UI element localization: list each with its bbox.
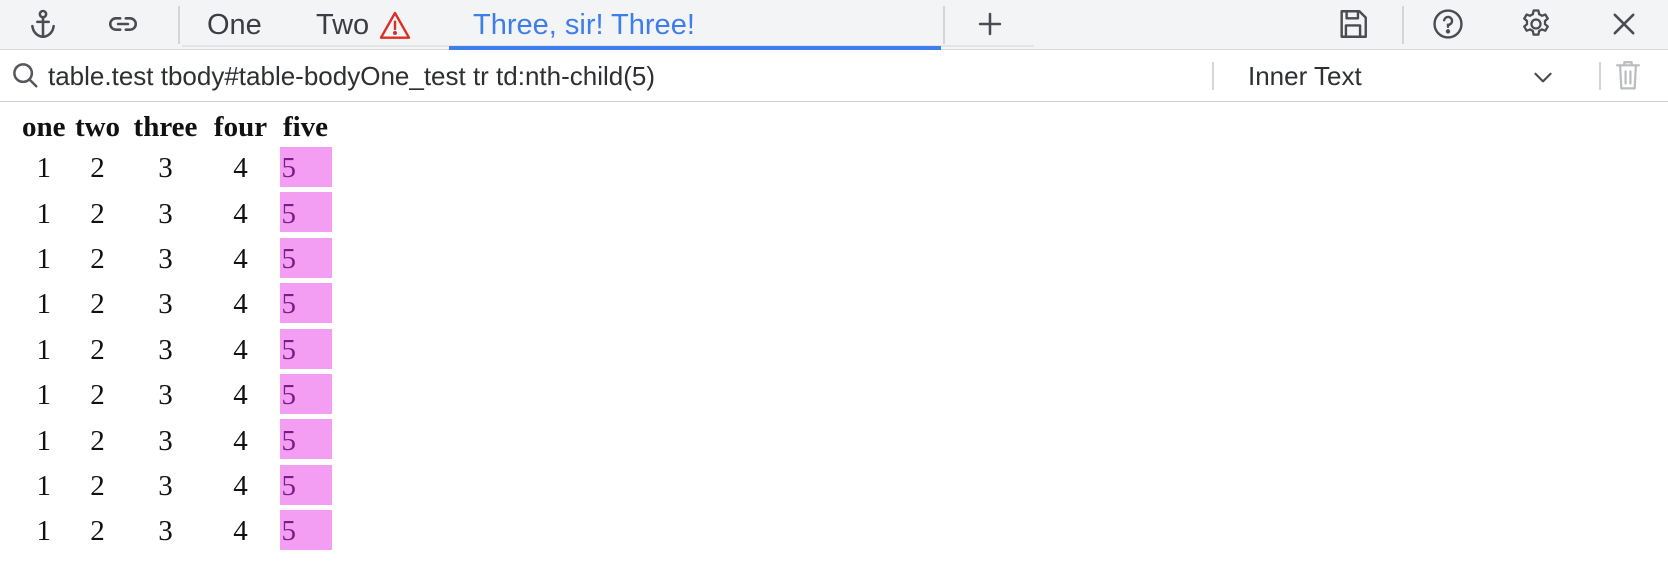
tab-three-label: Three, sir! Three! <box>473 8 695 41</box>
table-cell: 1 <box>36 152 52 185</box>
selector-divider <box>1599 62 1601 90</box>
column-header-four: four <box>213 110 268 143</box>
table-cell: 2 <box>90 515 105 548</box>
table-head: one two three four five <box>22 108 332 146</box>
help-icon <box>1433 9 1463 39</box>
table-cell: 4 <box>233 288 248 321</box>
extract-mode-select[interactable]: Inner Text <box>1230 56 1570 96</box>
highlighted-cell: 5 <box>279 463 332 510</box>
toolbar-divider <box>943 6 945 44</box>
highlighted-cell: 5 <box>279 509 332 555</box>
table-cell: 3 <box>158 469 173 502</box>
column-header-one: one <box>22 110 66 143</box>
table-cell: 3 <box>158 152 173 185</box>
table-cell: 2 <box>90 152 105 185</box>
add-tab-button[interactable] <box>955 0 1025 48</box>
table-cell: 4 <box>233 424 248 457</box>
table-cell: 4 <box>233 333 248 366</box>
table-cell: 1 <box>36 288 52 321</box>
table-cell: 4 <box>233 515 248 548</box>
highlighted-cell: 5 <box>279 191 332 237</box>
table-cell: 3 <box>158 333 173 366</box>
plus-icon <box>978 12 1002 36</box>
save-icon <box>1340 10 1367 38</box>
toolbar: One Two Three, sir! Three! <box>0 0 1668 50</box>
table-cell: 1 <box>36 197 52 230</box>
table-cell: 1 <box>36 379 52 412</box>
tab-one[interactable]: One <box>207 0 262 50</box>
table-cell: 2 <box>90 242 105 275</box>
help-button[interactable] <box>1413 0 1483 48</box>
selector-bar: Inner Text <box>0 50 1668 102</box>
extract-mode-value: Inner Text <box>1248 60 1362 91</box>
table-cell: 3 <box>158 288 173 321</box>
tab-three[interactable]: Three, sir! Three! <box>449 0 941 50</box>
anchor-button[interactable] <box>8 0 78 48</box>
column-header-two: two <box>74 110 121 143</box>
settings-button[interactable] <box>1501 0 1571 48</box>
chevron-down-icon <box>1534 72 1552 83</box>
toolbar-divider <box>178 6 180 44</box>
page-content: one two three four five 1234512345123451… <box>18 108 336 555</box>
table-cell: 4 <box>233 197 248 230</box>
column-header-five: five <box>282 110 329 143</box>
table-row: 1 2 3 45 <box>22 327 332 373</box>
anchor-icon <box>31 9 55 39</box>
tab-two-label: Two <box>316 8 370 41</box>
highlighted-cell: 5 <box>279 236 332 283</box>
gear-icon <box>1523 9 1549 36</box>
table-cell: 2 <box>90 333 105 366</box>
table-cell: 3 <box>158 197 173 230</box>
table-cell: 3 <box>158 515 173 548</box>
table-row: 1 2 3 45 <box>22 236 332 283</box>
link-icon <box>109 17 137 31</box>
highlighted-cell: 5 <box>279 146 332 192</box>
tab-one-label: One <box>207 8 262 41</box>
highlighted-cell: 5 <box>279 282 332 328</box>
table-cell: 4 <box>233 152 248 185</box>
table-cell: 1 <box>36 469 52 502</box>
table-cell: 3 <box>158 379 173 412</box>
tab-two[interactable]: Two <box>316 0 411 50</box>
link-button[interactable] <box>88 0 158 48</box>
trash-icon[interactable] <box>1613 58 1643 92</box>
table-row: 1 2 3 45 <box>22 282 332 328</box>
table-row: 1 2 3 45 <box>22 463 332 510</box>
close-button[interactable] <box>1589 0 1659 48</box>
table-cell: 3 <box>158 242 173 275</box>
header-row: one two three four five <box>22 108 332 146</box>
warning-icon <box>379 10 411 40</box>
table-cell: 4 <box>233 379 248 412</box>
table-body: 1234512345123451234512345123451234512345… <box>22 146 332 555</box>
table-cell: 1 <box>36 515 52 548</box>
table-cell: 1 <box>36 242 52 275</box>
table-cell: 2 <box>90 197 105 230</box>
table-cell: 2 <box>90 424 105 457</box>
selector-divider <box>1212 62 1214 90</box>
save-button[interactable] <box>1318 0 1388 48</box>
table-cell: 3 <box>158 424 173 457</box>
table-cell: 1 <box>36 424 52 457</box>
close-icon <box>1613 13 1635 35</box>
toolbar-divider <box>1402 6 1404 44</box>
selector-input[interactable] <box>48 56 1198 96</box>
table-cell: 4 <box>233 242 248 275</box>
table-cell: 4 <box>233 469 248 502</box>
highlighted-cell: 5 <box>279 327 332 373</box>
highlighted-cell: 5 <box>279 418 332 464</box>
search-icon <box>13 63 38 88</box>
table-row: 1 2 3 45 <box>22 191 332 237</box>
table-cell: 2 <box>90 288 105 321</box>
column-header-three: three <box>133 110 198 143</box>
table-row: 1 2 3 45 <box>22 146 332 192</box>
table-cell: 1 <box>36 333 52 366</box>
highlighted-cell: 5 <box>279 372 332 419</box>
test-table: one two three four five 1234512345123451… <box>18 108 336 555</box>
table-cell: 2 <box>90 469 105 502</box>
table-row: 1 2 3 45 <box>22 509 332 555</box>
table-row: 1 2 3 45 <box>22 418 332 464</box>
table-row: 1 2 3 45 <box>22 372 332 419</box>
table-cell: 2 <box>90 379 105 412</box>
